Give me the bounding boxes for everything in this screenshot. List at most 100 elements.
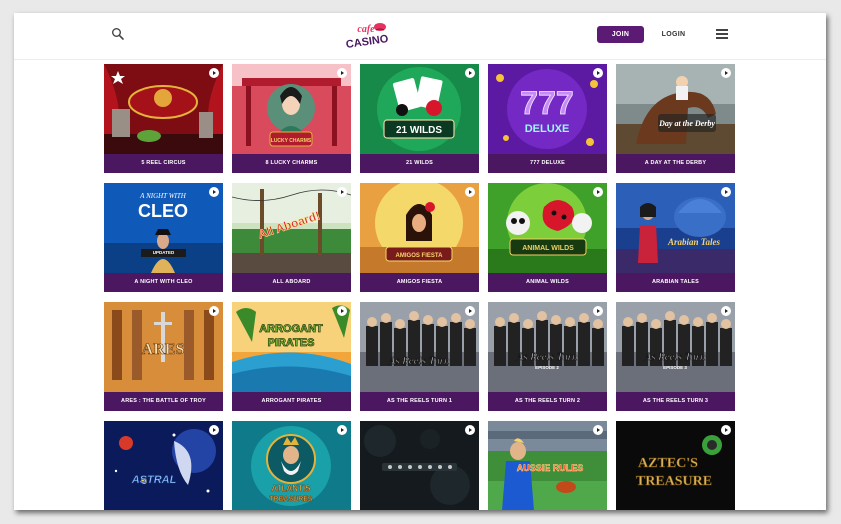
play-icon[interactable] — [337, 187, 347, 197]
game-label: Arabian Tales — [616, 273, 735, 292]
game-tile-as-the-reels-turn-3[interactable]: As Reels Turn EPISODE 3 As The Reels Tur… — [616, 302, 735, 411]
game-label: 8 Lucky Charms — [232, 154, 351, 173]
logo-line1: cafe — [357, 24, 375, 35]
game-label: 5 Reel Circus — [104, 154, 223, 173]
hamburger-menu-icon[interactable] — [716, 29, 728, 39]
game-art-subtitle: EPISODE 2 — [535, 365, 559, 370]
game-art-subtitle: CLEO — [138, 201, 188, 221]
game-tile-a-day-at-the-derby[interactable]: Day at the Derby A Day at the Derby — [616, 64, 735, 173]
game-art-title: Day at the Derby — [658, 119, 715, 128]
game-label: Arrogant Pirates — [232, 392, 351, 411]
game-thumbnail: AZTEC'S TREASURE — [616, 421, 735, 510]
game-label: As The Reels Turn 1 — [360, 392, 479, 411]
play-icon[interactable] — [721, 187, 731, 197]
game-art-title: As Reels Turn — [643, 351, 706, 363]
game-art-title: LUCKY CHARMS — [271, 138, 312, 144]
play-icon[interactable] — [209, 425, 219, 435]
play-icon[interactable] — [337, 68, 347, 78]
game-label: Animal Wilds — [488, 273, 607, 292]
game-art-title: ARROGANT — [259, 323, 323, 335]
game-label: As The Reels Turn 2 — [488, 392, 607, 411]
top-header: cafe CASINO JOIN LOGIN — [14, 13, 826, 60]
game-art-title: ASTRAL — [131, 474, 177, 486]
play-icon[interactable] — [465, 68, 475, 78]
game-tile-aztecs-treasure[interactable]: AZTEC'S TREASURE — [616, 421, 735, 510]
play-icon[interactable] — [465, 425, 475, 435]
game-art-title: As Reels Turn — [515, 351, 578, 363]
play-icon[interactable] — [209, 187, 219, 197]
game-art-title: AUSSIE RULES — [517, 463, 584, 473]
game-art-title: ANIMAL WILDS — [522, 245, 574, 252]
site-logo[interactable]: cafe CASINO — [345, 18, 390, 52]
game-tile-dark[interactable] — [360, 421, 479, 510]
game-label: 21 Wilds — [360, 154, 479, 173]
game-tile-as-the-reels-turn-2[interactable]: As Reels Turn EPISODE 2 As The Reels Tur… — [488, 302, 607, 411]
play-icon[interactable] — [209, 68, 219, 78]
search-icon[interactable] — [111, 27, 125, 41]
game-thumbnail: As Reels Turn — [360, 302, 479, 392]
app-window: cafe CASINO JOIN LOGIN 5 REEL CIRCUS LUC… — [14, 13, 826, 510]
play-icon[interactable] — [721, 425, 731, 435]
game-tile-8-lucky-charms[interactable]: LUCKY CHARMS 8 Lucky Charms — [232, 64, 351, 173]
game-tile-arrogant-pirates[interactable]: ARROGANT PIRATES Arrogant Pirates — [232, 302, 351, 411]
game-tile-atlantis-treasures[interactable]: ATLANTIS TREASURES — [232, 421, 351, 510]
game-thumbnail: ARROGANT PIRATES — [232, 302, 351, 392]
game-tile-21-wilds[interactable]: 21 WILDS 21 Wilds — [360, 64, 479, 173]
game-art-title: AZTEC'S — [638, 456, 698, 471]
login-button[interactable]: LOGIN — [650, 26, 697, 43]
game-label: As The Reels Turn 3 — [616, 392, 735, 411]
game-label: Ares : The Battle of Troy — [104, 392, 223, 411]
game-tile-amigos-fiesta[interactable]: AMIGOS FIESTA Amigos Fiesta — [360, 183, 479, 292]
game-thumbnail: As Reels Turn EPISODE 3 — [616, 302, 735, 392]
game-art-title: As Reels Turn — [387, 355, 450, 367]
play-icon[interactable] — [721, 68, 731, 78]
game-thumbnail — [104, 64, 223, 154]
game-tile-all-aboard[interactable]: All Aboard! All Aboard — [232, 183, 351, 292]
game-tile-arabian-tales[interactable]: Arabian Tales Arabian Tales — [616, 183, 735, 292]
game-tile-a-night-with-cleo[interactable]: A NIGHT WITH CLEO UPDATED A Night With C… — [104, 183, 223, 292]
play-icon[interactable] — [465, 306, 475, 316]
game-tile-ares-battle-of-troy[interactable]: ARES Ares : The Battle of Troy — [104, 302, 223, 411]
game-tile-777-deluxe[interactable]: 777 DELUXE 777 Deluxe — [488, 64, 607, 173]
game-art-title: AMIGOS FIESTA — [396, 253, 444, 259]
play-icon[interactable] — [337, 425, 347, 435]
play-icon[interactable] — [721, 306, 731, 316]
game-thumbnail: LUCKY CHARMS — [232, 64, 351, 154]
game-art-title: Arabian Tales — [667, 237, 720, 247]
game-art-subtitle: EPISODE 3 — [663, 365, 687, 370]
game-art-subtitle: DELUXE — [525, 123, 570, 135]
play-icon[interactable] — [209, 306, 219, 316]
games-grid: 5 Reel Circus LUCKY CHARMS — [104, 64, 736, 510]
play-icon[interactable] — [593, 68, 603, 78]
game-thumbnail: Day at the Derby — [616, 64, 735, 154]
game-label: All Aboard — [232, 273, 351, 292]
game-art-subtitle: TREASURES — [269, 496, 313, 503]
game-thumbnail: 21 WILDS — [360, 64, 479, 154]
join-button[interactable]: JOIN — [597, 26, 644, 43]
game-thumbnail: ANIMAL WILDS — [488, 183, 607, 273]
game-thumbnail: Arabian Tales — [616, 183, 735, 273]
game-thumbnail: AUSSIE RULES — [488, 421, 607, 510]
play-icon[interactable] — [337, 306, 347, 316]
play-icon[interactable] — [593, 306, 603, 316]
play-icon[interactable] — [465, 187, 475, 197]
game-thumbnail: All Aboard! — [232, 183, 351, 273]
game-thumbnail: A NIGHT WITH CLEO — [104, 183, 223, 273]
game-tile-5-reel-circus[interactable]: 5 Reel Circus — [104, 64, 223, 173]
game-tile-astral[interactable]: ASTRAL — [104, 421, 223, 510]
game-art-title: 21 WILDS — [396, 125, 442, 136]
game-thumbnail: As Reels Turn EPISODE 2 — [488, 302, 607, 392]
game-art-title: ATLANTIS — [272, 484, 312, 493]
play-icon[interactable] — [593, 425, 603, 435]
game-label: 777 Deluxe — [488, 154, 607, 173]
game-art-title: A NIGHT WITH — [139, 192, 187, 200]
game-tile-animal-wilds[interactable]: ANIMAL WILDS Animal Wilds — [488, 183, 607, 292]
game-label: A Day at the Derby — [616, 154, 735, 173]
game-thumbnail: ASTRAL — [104, 421, 223, 510]
game-label: Amigos Fiesta — [360, 273, 479, 292]
play-icon[interactable] — [593, 187, 603, 197]
game-tile-aussie-rules[interactable]: AUSSIE RULES — [488, 421, 607, 510]
game-tile-as-the-reels-turn-1[interactable]: As Reels Turn As The Reels Turn 1 — [360, 302, 479, 411]
game-thumbnail — [360, 421, 479, 510]
game-thumbnail: ATLANTIS TREASURES — [232, 421, 351, 510]
